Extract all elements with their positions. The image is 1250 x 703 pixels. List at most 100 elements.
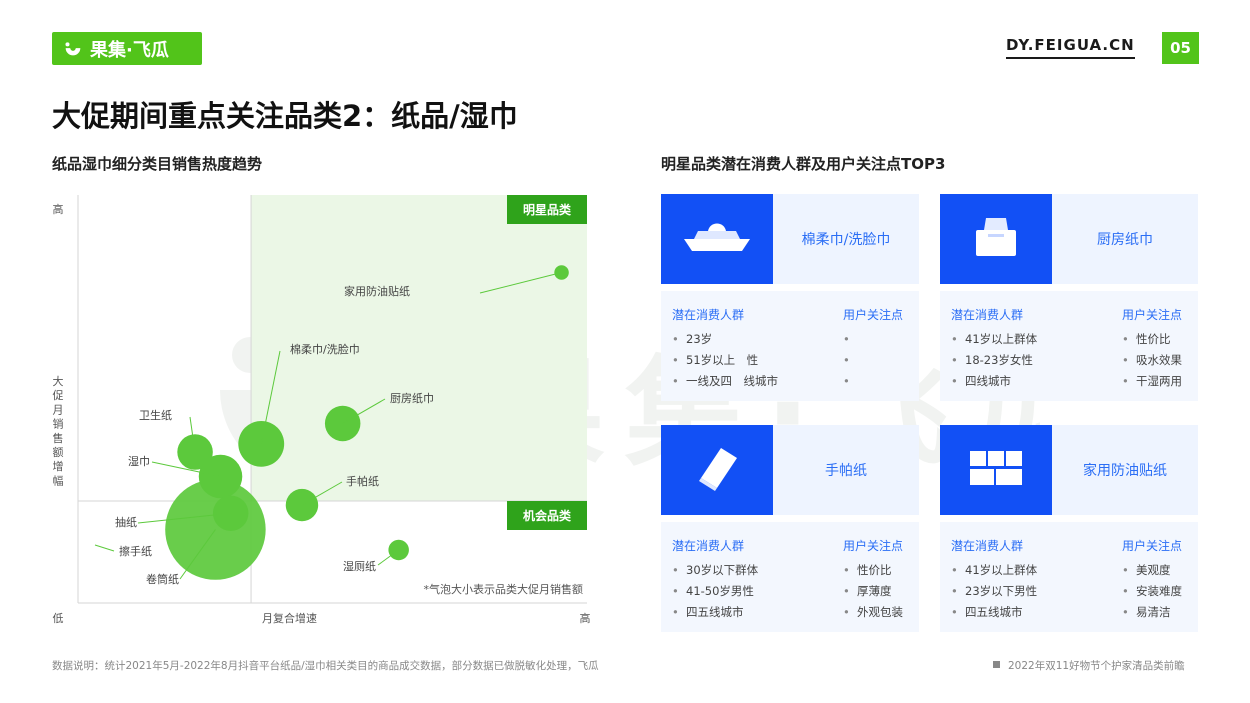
audience-list: • 41岁以上群体 • 18-23岁女性 • 四线城市 — [951, 329, 1037, 392]
category-card-details: 潜在消费人群 • 30岁以下群体 • 41-50岁男性 • 四五线城市 用户关注点 • 性价比 • 厚… — [661, 522, 919, 632]
bullet-icon: • — [672, 332, 679, 346]
bullet-icon: • — [843, 605, 850, 619]
audience-column: 潜在消费人群 • 23岁 • 51岁以上 性 • 一线及四 线城市 — [672, 306, 778, 392]
bullet-icon: • — [843, 374, 850, 388]
list-item: • 一线及四 线城市 — [672, 371, 778, 392]
concern-header: 用户关注点 — [843, 308, 904, 322]
concern-column: 用户关注点 • 性价比 • 厚薄度 • 外观包装 — [843, 537, 903, 623]
list-item: • 美观度 — [1122, 560, 1182, 581]
icon-box — [661, 425, 773, 515]
category-card-details: 潜在消费人群 • 23岁 • 51岁以上 性 • 一线及四 线城市 用户关注点 • • • — [661, 291, 919, 401]
feigua-logo-icon — [65, 41, 81, 55]
concerns-value: 干湿两用 — [1136, 374, 1182, 388]
star-quadrant-label: 明星品类 — [523, 202, 572, 217]
audience-value: 41-50岁男性 — [686, 584, 754, 598]
audience-value: 51岁以上 性 — [686, 353, 759, 367]
concern-list: • 美观度 • 安装难度 • 易清洁 — [1122, 560, 1182, 623]
list-item: • 易清洁 — [1122, 602, 1182, 623]
cards-section-title: 明星品类潜在消费人群及用户关注点TOP3 — [661, 155, 946, 173]
logo-text: 果集·飞瓜 — [90, 39, 169, 61]
list-item: • 四五线城市 — [672, 602, 758, 623]
point-label-卷筒纸: 卷筒纸 — [146, 572, 179, 586]
concern-header: 用户关注点 — [843, 539, 904, 553]
opportunity-quadrant-label: 机会品类 — [523, 508, 572, 523]
concerns-value: 吸水效果 — [1136, 353, 1182, 367]
bullet-icon: • — [1122, 563, 1129, 577]
category-name: 家用防油贴纸 — [1083, 463, 1167, 479]
audience-value: 四线城市 — [965, 374, 1011, 388]
list-item: • 四线城市 — [951, 371, 1037, 392]
audience-value: 四五线城市 — [686, 605, 744, 619]
concerns-value: 安装难度 — [1136, 584, 1182, 598]
audience-value: 41岁以上群体 — [965, 563, 1038, 577]
bubble-湿厕纸 — [388, 539, 409, 561]
leader-line-擦手纸 — [94, 544, 115, 552]
list-item: • 23岁 — [672, 329, 778, 350]
concerns-value: 厚薄度 — [857, 584, 892, 598]
list-item: • 性价比 — [1122, 329, 1182, 350]
x-axis-label: 月复合增速 — [262, 611, 317, 625]
bubble-棉柔巾/洗脸巾 — [238, 420, 285, 467]
concerns-value: 外观包装 — [857, 605, 903, 619]
audience-value: 18-23岁女性 — [965, 353, 1033, 367]
bullet-icon: • — [843, 353, 850, 367]
bullet-icon: • — [843, 584, 850, 598]
bullet-icon: • — [1122, 584, 1129, 598]
list-item: • 41岁以上群体 — [951, 560, 1037, 581]
y-axis-label: 大促月销售额增幅 — [53, 374, 64, 487]
list-item: • 23岁以下男性 — [951, 581, 1037, 602]
bullet-icon: • — [951, 584, 958, 598]
brand-logo: 果集·飞瓜 — [52, 32, 202, 65]
bullet-icon: • — [951, 563, 958, 577]
list-item: • 吸水效果 — [1122, 350, 1182, 371]
category-name: 手帕纸 — [825, 463, 867, 479]
y-tick-high: 高 — [53, 202, 64, 216]
bullet-icon: • — [951, 353, 958, 367]
audience-list: • 23岁 • 51岁以上 性 • 一线及四 线城市 — [672, 329, 778, 392]
audience-column: 潜在消费人群 • 30岁以下群体 • 41-50岁男性 • 四五线城市 — [672, 537, 758, 623]
audience-value: 41岁以上群体 — [965, 332, 1038, 346]
audience-list: • 30岁以下群体 • 41-50岁男性 • 四五线城市 — [672, 560, 758, 623]
concern-list: • 性价比 • 吸水效果 • 干湿两用 — [1122, 329, 1182, 392]
bubble-size-note: *气泡大小表示品类大促月销售额 — [424, 582, 584, 596]
point-label-卫生纸: 卫生纸 — [139, 408, 172, 422]
category-card-header: 厨房纸巾 — [940, 194, 1198, 284]
bubble-chart: 明星品类机会品类高低大促月销售额增幅月复合增速 高*气泡大小表示品类大促月销售额 … — [53, 195, 591, 625]
audience-value: 30岁以下群体 — [686, 563, 759, 577]
bullet-icon: • — [672, 374, 679, 388]
bullet-icon: • — [672, 563, 679, 577]
category-card-details: 潜在消费人群 • 41岁以上群体 • 18-23岁女性 • 四线城市 用户关注点 • 性价比 • 吸水… — [940, 291, 1198, 401]
concern-column: 用户关注点 • 性价比 • 吸水效果 • 干湿两用 — [1122, 306, 1182, 392]
bullet-icon: • — [1122, 374, 1129, 388]
point-label-湿厕纸: 湿厕纸 — [343, 560, 376, 573]
report-name-text: 2022年双11好物节个护家清品类前瞻 — [1008, 660, 1185, 672]
list-item: • 厚薄度 — [843, 581, 903, 602]
bubble-家用防油贴纸 — [554, 265, 569, 280]
site-url[interactable]: DY.FEIGUA.CN — [1006, 36, 1135, 59]
y-tick-low: 低 — [53, 612, 64, 625]
data-footnote: 数据说明：统计2021年5月-2022年8月抖音平台纸品/湿巾相关类目的商品成交… — [52, 660, 599, 672]
audience-column: 潜在消费人群 • 41岁以上群体 • 18-23岁女性 • 四线城市 — [951, 306, 1037, 392]
point-label-棉柔巾/洗脸巾: 棉柔巾/洗脸巾 — [290, 342, 360, 356]
icon-box — [940, 194, 1052, 284]
list-item: • 41岁以上群体 — [951, 329, 1037, 350]
icon-box — [940, 425, 1052, 515]
concern-header: 用户关注点 — [1122, 308, 1183, 322]
concern-column: 用户关注点 • • • — [843, 306, 903, 392]
bubble-手帕纸 — [285, 488, 319, 522]
audience-header: 潜在消费人群 — [672, 308, 745, 322]
kitchen-paper-icon — [972, 216, 1020, 262]
concern-list: • • • — [843, 329, 903, 392]
bullet-icon: • — [672, 605, 679, 619]
list-item: • 干湿两用 — [1122, 371, 1182, 392]
concerns-value: 性价比 — [857, 563, 892, 577]
bullet-icon: • — [951, 374, 958, 388]
audience-value: 23岁以下男性 — [965, 584, 1038, 598]
tissue-box-icon — [680, 217, 754, 261]
audience-value: 23岁 — [686, 332, 713, 346]
bullet-icon: • — [951, 332, 958, 346]
list-item: • — [843, 371, 903, 392]
concern-header: 用户关注点 — [1122, 539, 1183, 553]
report-name: 2022年双11好物节个护家清品类前瞻 — [993, 658, 1185, 673]
audience-value: 一线及四 线城市 — [686, 374, 778, 388]
